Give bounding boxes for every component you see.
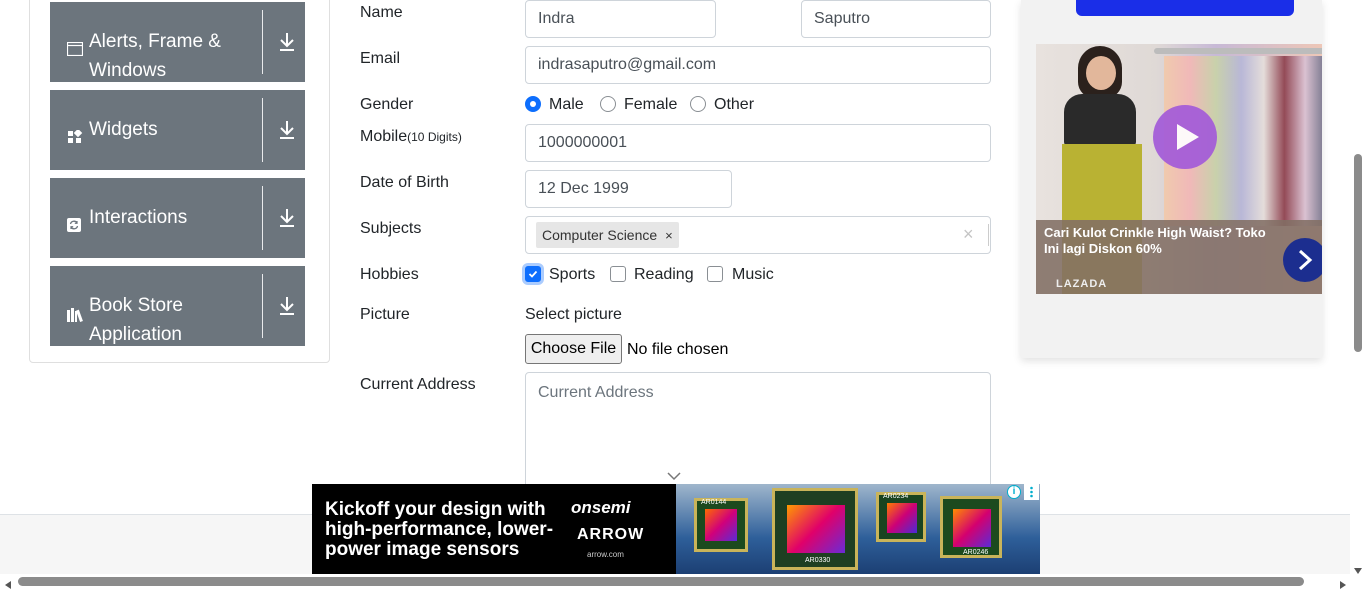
hobby-reading-checkbox[interactable]	[610, 266, 626, 282]
download-icon[interactable]	[278, 208, 296, 228]
onsemi-logo: onsemi	[571, 498, 631, 517]
divider	[262, 186, 263, 250]
side-ad[interactable]: Cari Kulot Crinkle High Waist? Toko Ini …	[1021, 0, 1322, 358]
divider	[262, 10, 263, 74]
dob-label: Date of Birth	[360, 174, 449, 191]
gender-other-label[interactable]: Other	[714, 96, 754, 114]
download-icon[interactable]	[278, 120, 296, 140]
gender-male-radio[interactable]	[525, 96, 541, 112]
clear-icon[interactable]: ×	[963, 224, 974, 245]
hobby-sports-label[interactable]: Sports	[549, 266, 595, 284]
ad-info-icon[interactable]: i	[1007, 485, 1021, 499]
download-icon[interactable]	[278, 296, 296, 316]
sidebar-group-title: Interactions	[89, 207, 188, 228]
scroll-right-arrow-icon[interactable]	[1339, 577, 1347, 595]
gender-label: Gender	[360, 96, 414, 113]
divider	[988, 224, 989, 246]
divider	[262, 98, 263, 162]
mobile-label: Mobile(10 Digits)	[360, 128, 462, 146]
sidebar-group-title: Book Store Application	[89, 295, 183, 345]
sensor-chip: AR0144	[694, 498, 748, 552]
mobile-hint: (10 Digits)	[407, 130, 462, 144]
ad-line-1: Kickoff your design with	[325, 499, 546, 520]
subject-tag: Computer Science ×	[536, 222, 679, 248]
sensor-chip: AR0246	[940, 496, 1002, 558]
clothes-rack	[1154, 48, 1322, 54]
ad-brand: LAZADA	[1056, 278, 1108, 290]
bottom-ad[interactable]: Kickoff your design with high-performanc…	[312, 484, 1040, 574]
ad-text: Kickoff your design with high-performanc…	[325, 500, 553, 560]
sensor-chip: AR0330	[772, 488, 858, 570]
interactions-icon	[67, 212, 83, 232]
sidebar-group-alerts[interactable]: Alerts, Frame & Windows	[50, 2, 305, 82]
horizontal-scroll-thumb[interactable]	[18, 577, 1304, 586]
mobile-label-text: Mobile	[360, 128, 408, 145]
picture-label: Picture	[360, 306, 410, 323]
gender-female-radio[interactable]	[600, 96, 616, 112]
scroll-left-arrow-icon[interactable]	[4, 577, 12, 595]
hobby-music-label[interactable]: Music	[732, 266, 774, 284]
window-icon	[66, 36, 84, 57]
hobby-reading-label[interactable]: Reading	[634, 266, 694, 284]
gender-male-label[interactable]: Male	[549, 96, 584, 114]
email-label: Email	[360, 50, 401, 67]
subjects-label: Subjects	[360, 220, 422, 237]
select-picture-label: Select picture	[525, 306, 622, 323]
model-face	[1086, 56, 1116, 90]
address-label: Current Address	[360, 376, 476, 393]
current-address-textarea[interactable]: Current Address	[525, 372, 991, 502]
divider	[262, 274, 263, 338]
model-top	[1064, 94, 1136, 146]
hobbies-label: Hobbies	[360, 266, 419, 283]
last-name-input[interactable]: Saputro	[801, 0, 991, 38]
arrow-url: arrow.com	[587, 550, 624, 559]
arrow-logo: ARROW	[577, 526, 645, 543]
sensor-chip: AR0234	[876, 492, 926, 542]
sidebar-group-interactions[interactable]: Interactions	[50, 178, 305, 258]
subject-tag-label: Computer Science	[542, 227, 658, 243]
widgets-icon	[67, 124, 83, 143]
sidebar-group-title: Widgets	[89, 119, 158, 140]
vertical-scroll-thumb[interactable]	[1354, 154, 1362, 352]
ad-menu-icon[interactable]	[1024, 484, 1039, 500]
dob-input[interactable]: 12 Dec 1999	[525, 170, 732, 208]
tag-remove-icon[interactable]: ×	[665, 228, 673, 243]
download-icon[interactable]	[278, 32, 296, 52]
hobby-sports-checkbox[interactable]	[525, 266, 541, 282]
ad-chip-image: AR0144 AR0330 AR0234 AR0246	[676, 484, 1040, 574]
ad-image: Cari Kulot Crinkle High Waist? Toko Ini …	[1036, 44, 1322, 294]
next-button[interactable]	[1283, 238, 1322, 282]
first-name-input[interactable]: Indra	[525, 0, 716, 38]
choose-file-button[interactable]: Choose File	[525, 334, 622, 364]
hobby-music-checkbox[interactable]	[707, 266, 723, 282]
sidebar-group-widgets[interactable]: Widgets	[50, 90, 305, 170]
sidebar-group-title: Alerts, Frame & Windows	[89, 31, 221, 81]
mobile-input[interactable]: 1000000001	[525, 124, 991, 162]
ad-line-3: power image sensors	[325, 539, 520, 560]
book-icon	[67, 302, 83, 322]
ad-headline: Cari Kulot Crinkle High Waist? Toko Ini …	[1044, 225, 1266, 256]
name-label: Name	[360, 4, 403, 21]
ad-line-2: high-performance, lower-	[325, 519, 554, 540]
gender-female-label[interactable]: Female	[624, 96, 677, 114]
sidebar-group-book-store[interactable]: Book Store Application	[50, 266, 305, 346]
email-input[interactable]: indrasaputro@gmail.com	[525, 46, 991, 84]
gender-other-radio[interactable]	[690, 96, 706, 112]
no-file-text: No file chosen	[627, 341, 729, 358]
ad-button[interactable]	[1076, 0, 1294, 16]
play-button[interactable]	[1153, 105, 1217, 169]
